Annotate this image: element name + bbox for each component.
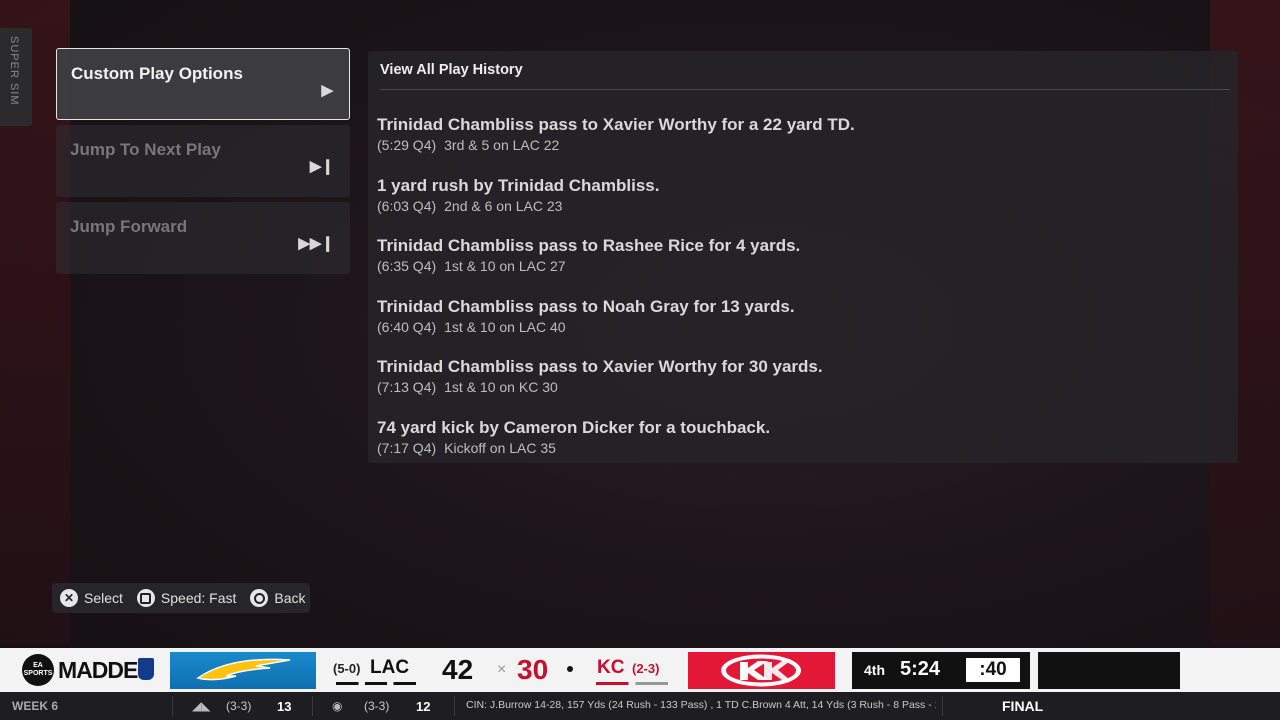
score-ticker: WEEK 6 ◢◣ (3-3) 13 ◉ (3-3) 12 CIN: J.Bur… [0, 692, 1280, 720]
play-situation: Kickoff on LAC 35 [444, 439, 556, 456]
play-icon: ▶ [321, 82, 333, 99]
divider [454, 696, 455, 716]
chiefs-logo [688, 652, 835, 689]
quarter: 4th [864, 662, 885, 678]
info-panel [1038, 652, 1180, 689]
week-label: WEEK 6 [12, 699, 59, 713]
list-item[interactable]: Trinidad Chambliss pass to Xavier Worthy… [377, 115, 855, 176]
menu-item-label: Custom Play Options [71, 64, 243, 83]
away-record: (2-3) [632, 661, 660, 676]
menu-item-label: Jump To Next Play [70, 140, 221, 159]
away-timeouts [596, 682, 668, 685]
possession-indicator [567, 666, 573, 672]
speed-label[interactable]: Speed: Fast [161, 590, 237, 606]
game2-record: (3-3) [364, 699, 390, 713]
home-record: (5-0) [333, 661, 361, 676]
list-item[interactable]: Trinidad Chambliss pass to Rashee Rice f… [377, 236, 855, 297]
skip-next-icon: ▶❙ [309, 158, 334, 175]
play-history-panel: View All Play History Trinidad Chambliss… [368, 51, 1238, 463]
bengals-icon: ◉ [332, 699, 343, 713]
play-situation: 1st & 10 on LAC 40 [444, 318, 566, 335]
scorebug: EA SPORTS MADDEN (5-0) LAC 42 × 30 KC (2… [0, 648, 1280, 692]
super-sim-label: SUPER SIM [8, 36, 20, 106]
game-clock-box: 4th 5:24 :40 [852, 652, 1030, 689]
play-situation: 3rd & 5 on LAC 22 [444, 137, 560, 153]
home-timeouts [336, 682, 416, 685]
game-clock: 5:24 [900, 658, 941, 680]
away-team-abbr: KC [597, 657, 625, 678]
game1-score: 13 [277, 699, 292, 714]
divider [380, 89, 1230, 90]
play-description: Trinidad Chambliss pass to Noah Gray for… [377, 296, 795, 316]
play-time: (6:40 Q4) [377, 318, 437, 335]
sim-menu: Custom Play Options ▶ Jump To Next Play … [56, 48, 350, 279]
list-item[interactable]: 74 yard kick by Cameron Dicker for a tou… [377, 418, 855, 479]
jump-to-next-play-button[interactable]: Jump To Next Play ▶❙ [56, 125, 350, 197]
play-history-header[interactable]: View All Play History [380, 62, 523, 78]
jump-forward-button[interactable]: Jump Forward ▶▶❙ [56, 202, 350, 274]
home-score: 42 [442, 654, 474, 685]
home-team-abbr: LAC [370, 657, 410, 678]
ea-sports-logo: EA SPORTS [22, 654, 54, 686]
play-time: (6:35 Q4) [377, 258, 437, 275]
ravens-icon: ◢◣ [192, 699, 211, 713]
circle-button-icon [250, 589, 269, 607]
play-description: 1 yard rush by Trinidad Chambliss. [377, 175, 660, 195]
play-description: Trinidad Chambliss pass to Rashee Rice f… [377, 236, 801, 256]
super-sim-tab[interactable]: SUPER SIM [0, 28, 32, 126]
square-button-icon [136, 589, 155, 607]
divider [172, 696, 173, 716]
nfl-shield-icon [138, 658, 154, 680]
play-description: Trinidad Chambliss pass to Xavier Worthy… [377, 357, 823, 377]
back-label[interactable]: Back [274, 590, 305, 606]
custom-play-options-button[interactable]: Custom Play Options ▶ [56, 48, 350, 120]
fast-forward-icon: ▶▶❙ [298, 235, 334, 252]
play-time: (6:03 Q4) [377, 197, 437, 214]
select-label[interactable]: Select [84, 590, 123, 606]
list-item[interactable]: Trinidad Chambliss pass to Noah Gray for… [377, 297, 855, 358]
play-list: Trinidad Chambliss pass to Xavier Worthy… [377, 115, 855, 479]
score-separator: × [497, 661, 507, 678]
play-time: (7:13 Q4) [377, 379, 437, 396]
game-status: FINAL [1002, 698, 1044, 714]
ticker-stats: CIN: J.Burrow 14-28, 157 Yds (24 Rush - … [466, 699, 936, 711]
game1-record: (3-3) [226, 699, 252, 713]
button-legend: ✕ Select Speed: Fast Back [52, 583, 310, 613]
play-clock: :40 [966, 658, 1020, 682]
divider [312, 696, 313, 716]
play-description: Trinidad Chambliss pass to Xavier Worthy… [377, 115, 855, 134]
divider [942, 696, 943, 716]
play-description: 74 yard kick by Cameron Dicker for a tou… [377, 417, 771, 437]
menu-item-label: Jump Forward [70, 217, 188, 236]
list-item[interactable]: 1 yard rush by Trinidad Chambliss. (6:03… [377, 176, 855, 237]
chargers-logo [170, 652, 316, 689]
cross-button-icon: ✕ [60, 589, 78, 607]
play-time: (5:29 Q4) [377, 137, 437, 153]
list-item[interactable]: Trinidad Chambliss pass to Xavier Worthy… [377, 357, 855, 418]
play-time: (7:17 Q4) [377, 439, 437, 456]
play-situation: 1st & 10 on KC 30 [444, 379, 558, 396]
play-situation: 2nd & 6 on LAC 23 [444, 197, 563, 214]
play-situation: 1st & 10 on LAC 27 [444, 258, 566, 275]
game2-score: 12 [416, 699, 431, 714]
away-score: 30 [517, 654, 549, 685]
